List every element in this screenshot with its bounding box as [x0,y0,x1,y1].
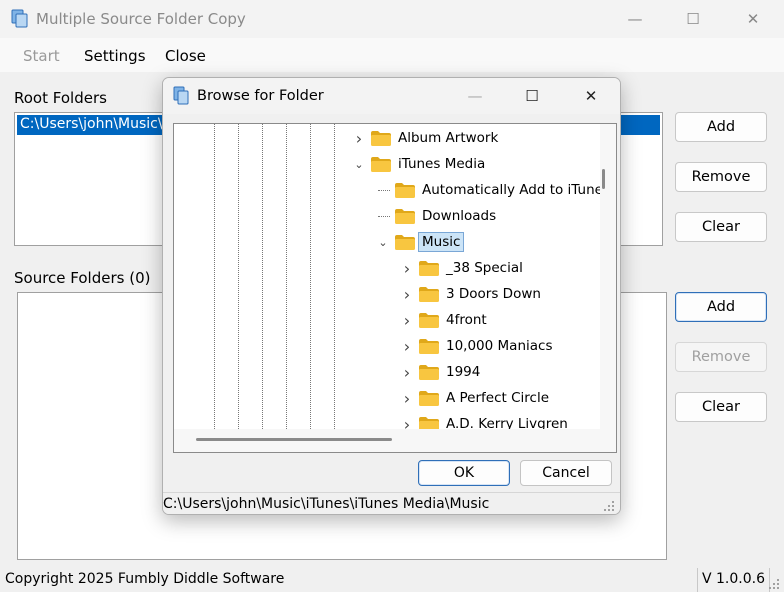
source-folders-label: Source Folders (0) [14,269,151,287]
chevron-right-icon[interactable]: › [400,285,414,304]
tree-item-label: A Perfect Circle [446,390,550,406]
folder-icon [419,312,439,328]
chevron-right-icon[interactable]: › [400,259,414,278]
chevron-down-icon[interactable]: ⌄ [352,158,366,171]
copyright-text: Copyright 2025 Fumbly Diddle Software [5,571,285,587]
chevron-right-icon[interactable]: › [400,389,414,408]
chevron-right-icon[interactable]: › [400,311,414,330]
tree-item[interactable]: › A Perfect Circle [400,386,549,410]
close-window-button[interactable]: ✕ [730,0,776,38]
tree-item[interactable]: › Album Artwork [352,126,499,150]
chevron-right-icon[interactable]: › [400,337,414,356]
root-add-button[interactable]: Add [675,112,767,142]
dialog-minimize-button[interactable]: — [449,78,501,114]
tree-item-label: 1994 [446,364,481,380]
tree-item-label: Automatically Add to iTunes [422,182,610,198]
tree-item-label: _38 Special [446,260,523,276]
tree-connector-line [378,190,390,191]
chevron-down-icon[interactable]: ⌄ [376,236,390,249]
tree-item[interactable]: Downloads [376,204,496,228]
menu-close[interactable]: Close [165,47,206,65]
folder-icon [419,338,439,354]
tree-item[interactable]: Automatically Add to iTunes [376,178,610,202]
chevron-right-icon[interactable]: › [352,129,366,148]
browse-folder-dialog: Browse for Folder — ☐ ✕ › Album Artwork ⌄ i… [162,77,621,515]
tree-guide-line [262,124,263,429]
dialog-app-icon [173,86,189,105]
tree-item[interactable]: › 4front [400,308,487,332]
tree-item-label: 4front [446,312,487,328]
tree-item[interactable]: ⌄ iTunes Media [352,152,485,176]
tree-item[interactable]: › _38 Special [400,256,523,280]
version-text: V 1.0.0.6 [697,568,771,592]
root-clear-button[interactable]: Clear [675,212,767,242]
chevron-right-icon[interactable]: › [400,363,414,382]
folder-icon [371,130,391,146]
dialog-title: Browse for Folder [197,88,324,104]
tree-guide-line [334,124,335,429]
resize-grip-icon[interactable] [768,578,780,590]
ok-button[interactable]: OK [418,460,510,486]
horizontal-scrollbar[interactable] [174,429,616,452]
tree-item-label: Album Artwork [398,130,499,146]
horizontal-scroll-thumb[interactable] [196,438,392,441]
app-icon [11,9,28,28]
selected-path-text: C:\Users\john\Music\iTunes\iTunes Media\… [163,496,490,512]
source-remove-button: Remove [675,342,767,372]
tree-guide-line [286,124,287,429]
tree-item-label: 10,000 Maniacs [446,338,553,354]
folder-icon [371,156,391,172]
source-add-button[interactable]: Add [675,292,767,322]
tree-item-label: Music [418,232,465,252]
tree-guide-line [214,124,215,429]
folder-icon [395,208,415,224]
tree-item[interactable]: › 10,000 Maniacs [400,334,553,358]
folder-icon [419,286,439,302]
dialog-resize-grip-icon[interactable] [603,500,615,512]
maximize-button[interactable]: ☐ [670,0,716,38]
tree-connector-line [378,216,390,217]
folder-icon [395,234,415,250]
tree-guide-line [238,124,239,429]
dialog-maximize-button[interactable]: ☐ [506,78,558,114]
dialog-close-button[interactable]: ✕ [565,78,617,114]
menu-settings[interactable]: Settings [84,47,146,65]
tree-item[interactable]: › 3 Doors Down [400,282,541,306]
minimize-button[interactable]: — [612,0,658,38]
tree-item-label: iTunes Media [398,156,486,172]
tree-item-label: 3 Doors Down [446,286,541,302]
root-remove-button[interactable]: Remove [675,162,767,192]
vertical-scroll-thumb[interactable] [602,169,605,189]
folder-icon [419,364,439,380]
tree-item[interactable]: › 1994 [400,360,481,384]
window-title: Multiple Source Folder Copy [36,10,246,28]
folder-icon [395,182,415,198]
tree-guide-line [310,124,311,429]
tree-item-label: Downloads [422,208,497,224]
folder-icon [419,390,439,406]
source-clear-button[interactable]: Clear [675,392,767,422]
cancel-button[interactable]: Cancel [520,460,612,486]
tree-item[interactable]: ⌄ Music [376,230,465,254]
folder-tree[interactable]: › Album Artwork ⌄ iTunes Media Automatically… [173,123,617,453]
folder-icon [419,260,439,276]
menu-start[interactable]: Start [23,47,60,65]
root-folders-label: Root Folders [14,89,107,107]
